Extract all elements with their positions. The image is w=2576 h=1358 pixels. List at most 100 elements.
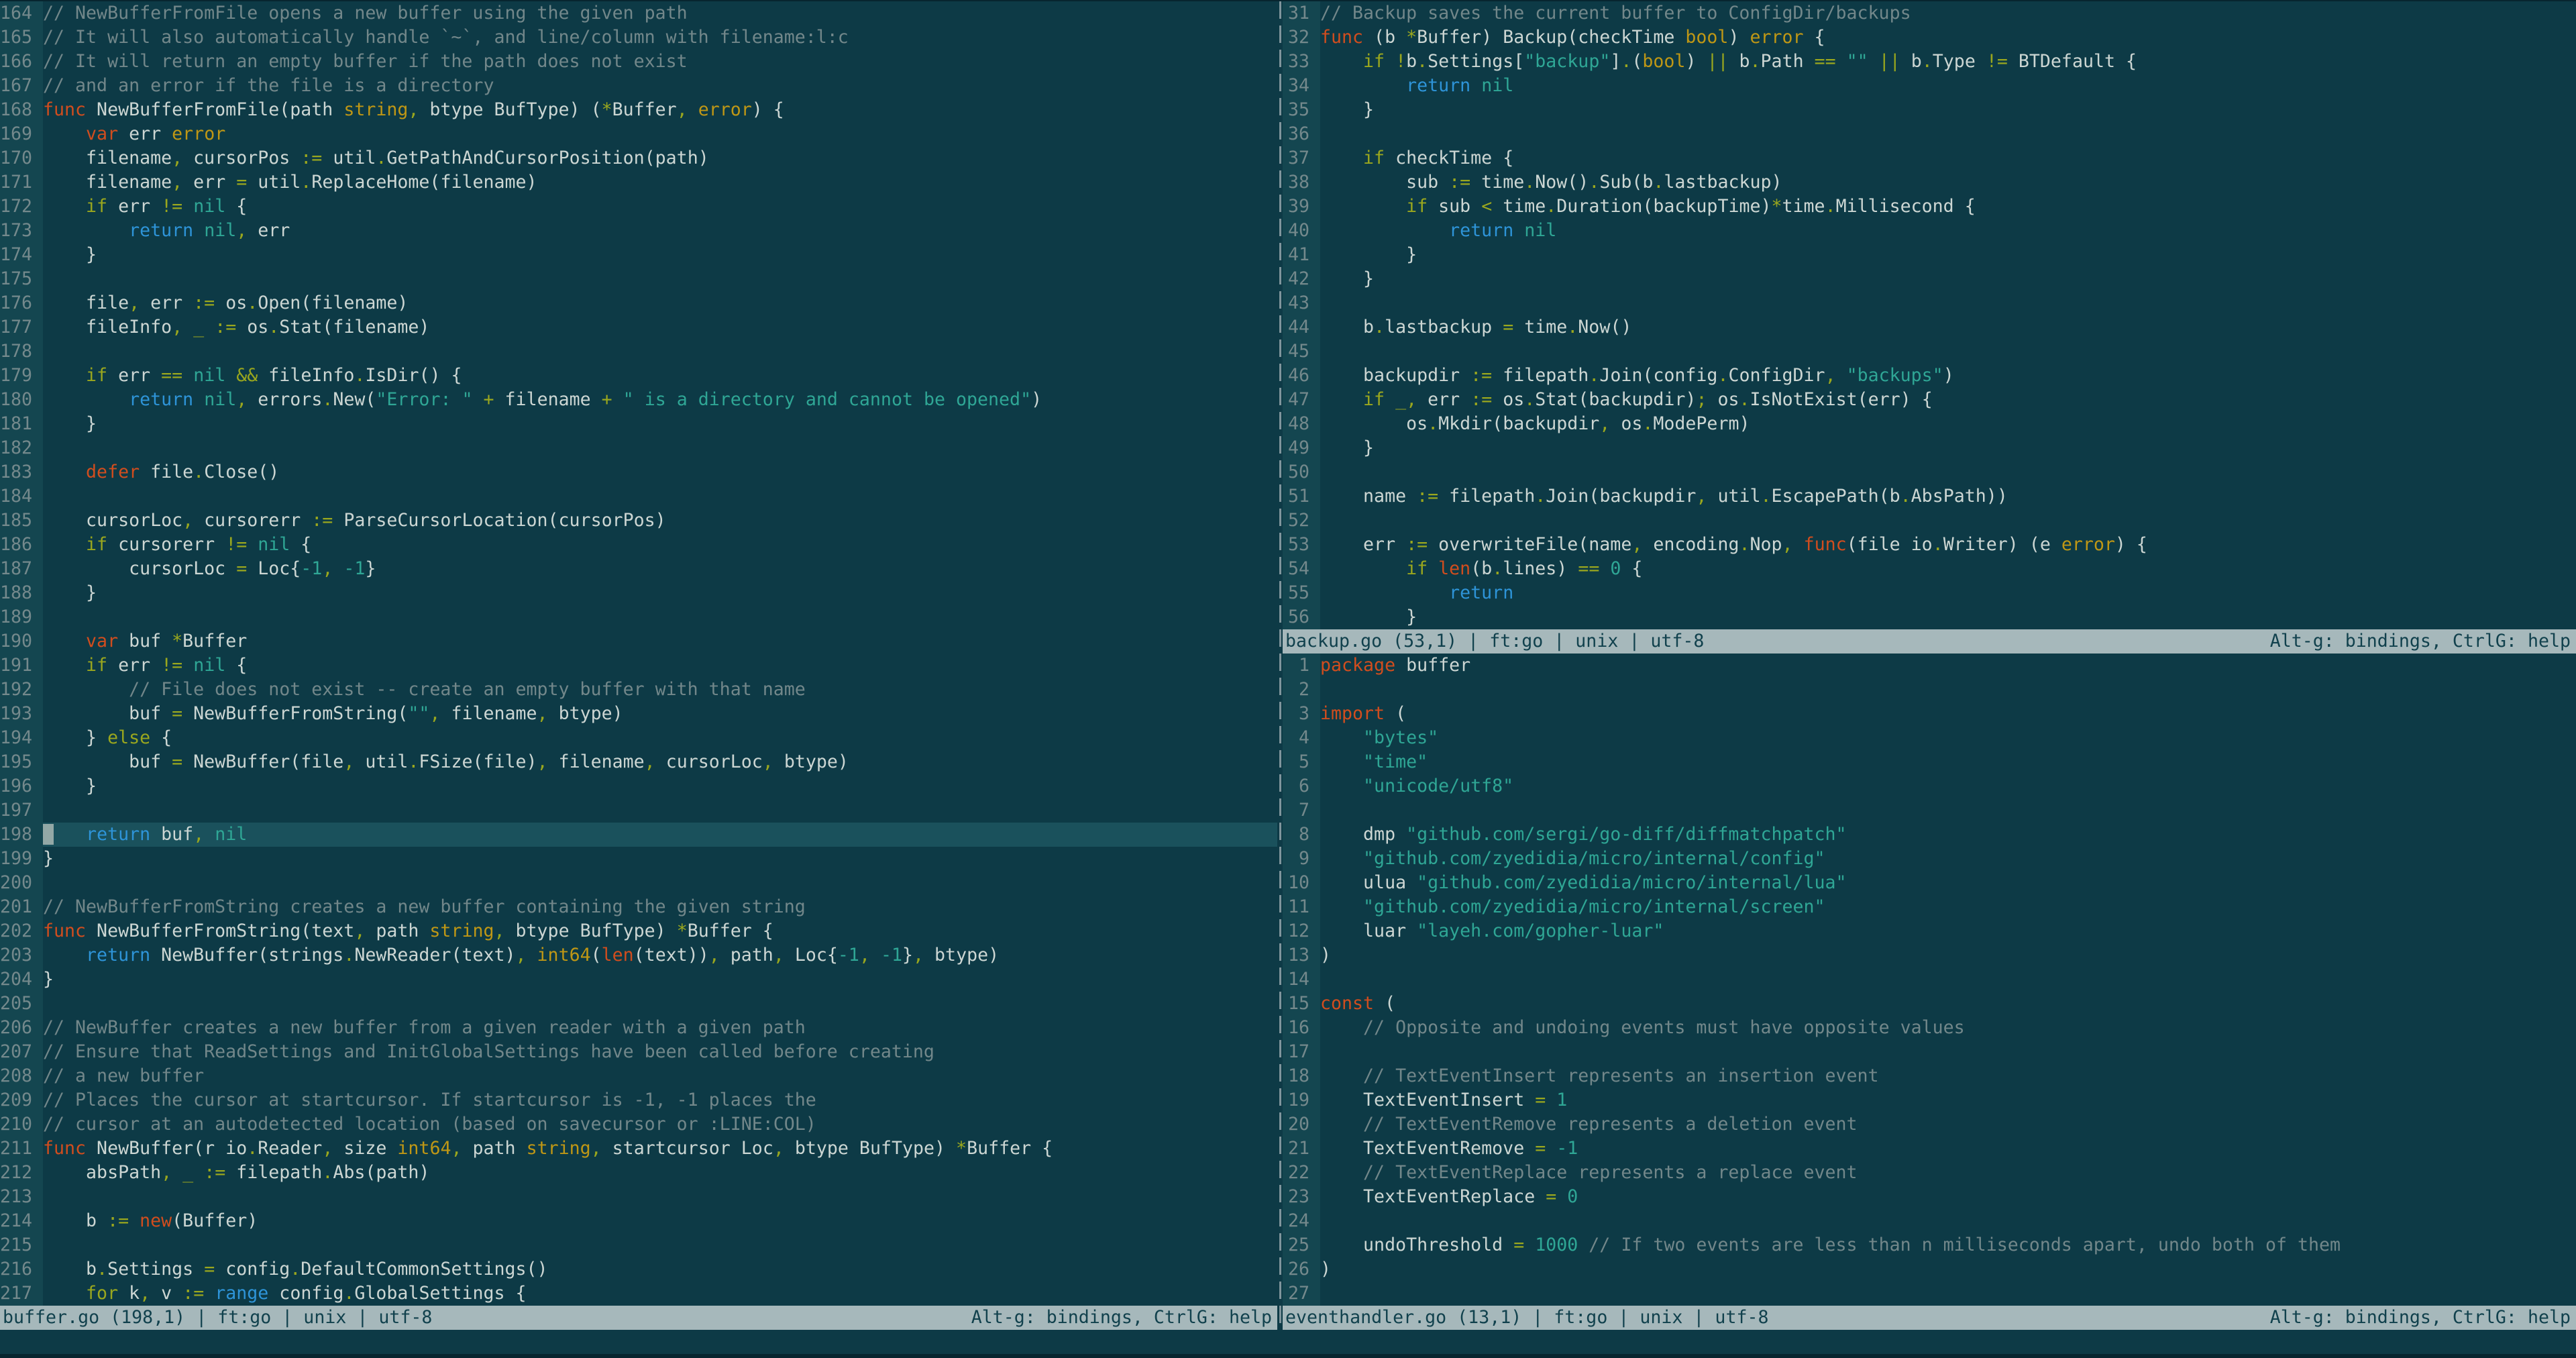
code-text[interactable]: } <box>43 243 1277 267</box>
code-text[interactable]: func NewBufferFromString(text, path stri… <box>43 919 1277 943</box>
code-text[interactable]: err := overwriteFile(name, encoding.Nop,… <box>1320 533 2576 557</box>
code-line[interactable]: 167// and an error if the file is a dire… <box>0 74 1277 98</box>
code-line[interactable]: 15 const ( <box>1283 992 2576 1016</box>
code-text[interactable]: ) <box>1320 943 2576 968</box>
code-text[interactable] <box>1320 968 2576 992</box>
code-line[interactable]: 56 } <box>1283 605 2576 629</box>
code-line[interactable]: 46 backupdir := filepath.Join(config.Con… <box>1283 364 2576 388</box>
code-line[interactable]: 200 <box>0 871 1277 895</box>
code-line[interactable]: 33 if !b.Settings["backup"].(bool) || b.… <box>1283 50 2576 74</box>
code-text[interactable] <box>43 1185 1277 1209</box>
code-text[interactable]: if cursorerr != nil { <box>43 533 1277 557</box>
code-line[interactable]: 208// a new buffer <box>0 1064 1277 1088</box>
code-text[interactable]: if sub < time.Duration(backupTime)*time.… <box>1320 195 2576 219</box>
code-text[interactable]: TextEventRemove = -1 <box>1320 1137 2576 1161</box>
code-text[interactable] <box>1320 509 2576 533</box>
code-line[interactable]: 34 return nil <box>1283 74 2576 98</box>
code-text[interactable] <box>1320 460 2576 484</box>
code-line[interactable]: 49 } <box>1283 436 2576 460</box>
code-text[interactable]: } <box>1320 243 2576 267</box>
code-text[interactable]: return nil <box>1320 219 2576 243</box>
code-text[interactable]: TextEventReplace = 0 <box>1320 1185 2576 1209</box>
code-text[interactable] <box>43 1233 1277 1257</box>
code-text[interactable]: fileInfo, _ := os.Stat(filename) <box>43 315 1277 340</box>
code-text[interactable]: "github.com/zyedidia/micro/internal/conf… <box>1320 847 2576 871</box>
code-line[interactable]: 189 <box>0 605 1277 629</box>
code-line[interactable]: 12 luar "layeh.com/gopher-luar" <box>1283 919 2576 943</box>
code-text[interactable]: } <box>43 581 1277 605</box>
code-text[interactable]: // and an error if the file is a directo… <box>43 74 1277 98</box>
code-text[interactable]: // Opposite and undoing events must have… <box>1320 1016 2576 1040</box>
code-line[interactable]: 26) <box>1283 1257 2576 1282</box>
code-line[interactable]: 176 file, err := os.Open(filename) <box>0 291 1277 315</box>
code-line[interactable]: 36 <box>1283 122 2576 146</box>
code-line[interactable]: 198 return buf, nil <box>0 823 1277 847</box>
code-text[interactable]: if len(b.lines) == 0 { <box>1320 557 2576 581</box>
code-line[interactable]: 45 <box>1283 340 2576 364</box>
editor-pane-backup-go[interactable]: 31// Backup saves the current buffer to … <box>1283 1 2576 629</box>
code-text[interactable] <box>1320 1209 2576 1233</box>
code-line[interactable]: 207// Ensure that ReadSettings and InitG… <box>0 1040 1277 1064</box>
code-text[interactable]: // a new buffer <box>43 1064 1277 1088</box>
code-line[interactable]: 19 TextEventInsert = 1 <box>1283 1088 2576 1112</box>
code-line[interactable]: 214 b := new(Buffer) <box>0 1209 1277 1233</box>
code-line[interactable]: 20 // TextEventRemove represents a delet… <box>1283 1112 2576 1137</box>
code-text[interactable]: func NewBuffer(r io.Reader, size int64, … <box>43 1137 1277 1161</box>
code-text[interactable]: b.Settings = config.DefaultCommonSetting… <box>43 1257 1277 1282</box>
code-line[interactable]: 209// Places the cursor at startcursor. … <box>0 1088 1277 1112</box>
code-line[interactable]: 25 undoThreshold = 1000 // If two events… <box>1283 1233 2576 1257</box>
code-text[interactable]: // It will return an empty buffer if the… <box>43 50 1277 74</box>
code-text[interactable]: if err == nil && fileInfo.IsDir() { <box>43 364 1277 388</box>
code-line[interactable]: 24 <box>1283 1209 2576 1233</box>
code-line[interactable]: 2 <box>1283 678 2576 702</box>
code-text[interactable]: cursorLoc, cursorerr := ParseCursorLocat… <box>43 509 1277 533</box>
code-line[interactable]: 165// It will also automatically handle … <box>0 25 1277 50</box>
code-line[interactable]: 22 // TextEventReplace represents a repl… <box>1283 1161 2576 1185</box>
code-line[interactable]: 169 var err error <box>0 122 1277 146</box>
code-line[interactable]: 47 if _, err := os.Stat(backupdir); os.I… <box>1283 388 2576 412</box>
code-line[interactable]: 41 } <box>1283 243 2576 267</box>
code-text[interactable]: buf = NewBuffer(file, util.FSize(file), … <box>43 750 1277 774</box>
code-text[interactable]: // NewBuffer creates a new buffer from a… <box>43 1016 1277 1040</box>
code-line[interactable]: 40 return nil <box>1283 219 2576 243</box>
code-line[interactable]: 42 } <box>1283 267 2576 291</box>
code-text[interactable] <box>1320 291 2576 315</box>
code-text[interactable]: b.lastbackup = time.Now() <box>1320 315 2576 340</box>
code-text[interactable]: const ( <box>1320 992 2576 1016</box>
editor-pane-buffer-go[interactable]: 164// NewBufferFromFile opens a new buff… <box>0 1 1277 1306</box>
code-text[interactable]: filename, cursorPos := util.GetPathAndCu… <box>43 146 1277 170</box>
code-text[interactable]: } <box>1320 267 2576 291</box>
code-text[interactable]: func (b *Buffer) Backup(checkTime bool) … <box>1320 25 2576 50</box>
code-text[interactable]: absPath, _ := filepath.Abs(path) <box>43 1161 1277 1185</box>
code-text[interactable]: } <box>1320 605 2576 629</box>
code-text[interactable]: sub := time.Now().Sub(b.lastbackup) <box>1320 170 2576 195</box>
code-line[interactable]: 164// NewBufferFromFile opens a new buff… <box>0 1 1277 25</box>
code-text[interactable]: "unicode/utf8" <box>1320 774 2576 798</box>
code-text[interactable]: return buf, nil <box>43 823 1277 847</box>
code-text[interactable]: luar "layeh.com/gopher-luar" <box>1320 919 2576 943</box>
code-text[interactable]: } <box>43 412 1277 436</box>
code-line[interactable]: 203 return NewBuffer(strings.NewReader(t… <box>0 943 1277 968</box>
code-line[interactable]: 216 b.Settings = config.DefaultCommonSet… <box>0 1257 1277 1282</box>
code-text[interactable]: return nil, err <box>43 219 1277 243</box>
code-line[interactable]: 6 "unicode/utf8" <box>1283 774 2576 798</box>
code-line[interactable]: 175 <box>0 267 1277 291</box>
editor-pane-eventhandler-go[interactable]: 1 package buffer 2 3 import (4 "bytes" 5 "tim… <box>1283 654 2576 1306</box>
code-text[interactable] <box>1320 1040 2576 1064</box>
code-text[interactable]: ) <box>1320 1257 2576 1282</box>
code-line[interactable]: 206// NewBuffer creates a new buffer fro… <box>0 1016 1277 1040</box>
code-line[interactable]: 39 if sub < time.Duration(backupTime)*ti… <box>1283 195 2576 219</box>
code-text[interactable] <box>43 798 1277 823</box>
code-text[interactable]: buf = NewBufferFromString("", filename, … <box>43 702 1277 726</box>
code-text[interactable] <box>1320 122 2576 146</box>
code-line[interactable]: 5 "time" <box>1283 750 2576 774</box>
code-line[interactable]: 9 "github.com/zyedidia/micro/internal/co… <box>1283 847 2576 871</box>
code-text[interactable]: "github.com/zyedidia/micro/internal/scre… <box>1320 895 2576 919</box>
code-line[interactable]: 205 <box>0 992 1277 1016</box>
code-line[interactable]: 55 return <box>1283 581 2576 605</box>
code-text[interactable]: filename, err = util.ReplaceHome(filenam… <box>43 170 1277 195</box>
code-line[interactable]: 179 if err == nil && fileInfo.IsDir() { <box>0 364 1277 388</box>
code-text[interactable]: return NewBuffer(strings.NewReader(text)… <box>43 943 1277 968</box>
code-text[interactable]: defer file.Close() <box>43 460 1277 484</box>
code-line[interactable]: 186 if cursorerr != nil { <box>0 533 1277 557</box>
